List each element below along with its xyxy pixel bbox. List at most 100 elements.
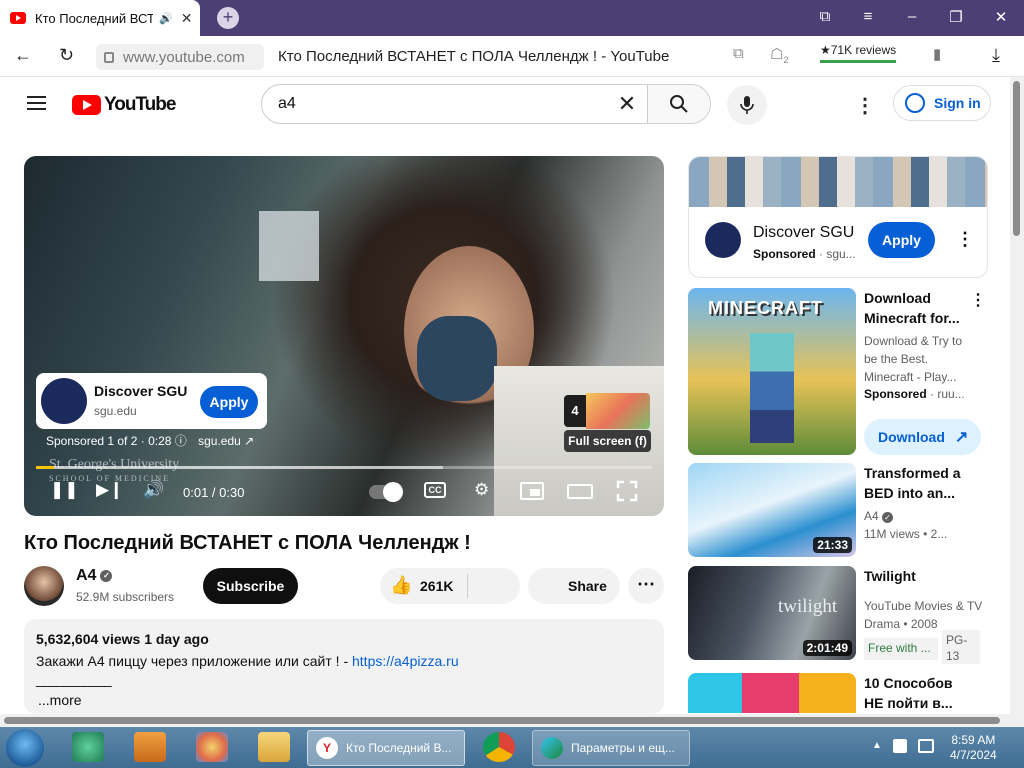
like-dislike-group: 👍 261K <box>380 568 520 604</box>
taskbar-browser-task[interactable]: Y Кто Последний В... <box>307 730 465 766</box>
sidebar-ad[interactable]: Discover SGU Sponsored · sgu... Apply ⋮ <box>688 156 988 278</box>
clear-search-icon[interactable]: ✕ <box>607 91 647 117</box>
description-box[interactable]: 5,632,604 views 1 day ago Закажи А4 пицц… <box>24 619 664 714</box>
voice-search-button[interactable] <box>727 85 767 125</box>
settings-gear-icon[interactable]: ⚙ <box>474 480 489 500</box>
reviews-badge[interactable]: ★71K reviews <box>820 43 897 63</box>
ad-options-icon[interactable]: ⋮ <box>956 229 974 250</box>
rec-sponsored: Sponsored · ruu... <box>864 385 984 403</box>
url-field[interactable]: www.youtube.com <box>96 44 264 70</box>
video-player[interactable]: Discover SGU sgu.edu Apply Sponsored 1 o… <box>24 156 664 516</box>
start-button[interactable] <box>6 729 44 767</box>
chat-app-icon[interactable] <box>72 732 104 762</box>
more-actions-icon[interactable]: ⋯ <box>628 568 664 604</box>
minimize-icon[interactable]: – <box>902 8 922 25</box>
description-separator: ___________ <box>36 671 112 687</box>
bookmark-icon[interactable]: ▮ <box>933 45 941 63</box>
recommendation-item[interactable]: twilight 2:01:49 Twilight YouTube Movies… <box>688 566 988 664</box>
browser-tab[interactable]: Кто Последний ВСТ 🔊 ✕ <box>0 0 200 36</box>
volume-icon[interactable]: 🔊 <box>143 480 164 500</box>
theater-mode-icon[interactable] <box>567 484 593 499</box>
download-label: Download <box>878 429 945 445</box>
paint-icon[interactable] <box>196 732 228 762</box>
channel-name-text: A4 <box>76 567 97 584</box>
sponsored-label: Sponsored <box>753 247 816 261</box>
rec-options-icon[interactable]: ⋮ <box>970 290 986 310</box>
sign-in-button[interactable]: Sign in <box>893 85 991 121</box>
clock[interactable]: 8:59 AM 4/7/2024 <box>950 733 997 763</box>
next-video-preview[interactable]: 4 Full screen (f) <box>564 393 652 453</box>
settings-kebab-icon[interactable]: ⋮ <box>855 93 875 118</box>
recommendation-item[interactable]: 10 Способов НЕ пойти в... <box>688 673 988 713</box>
browser-menu-icon[interactable]: ≡ <box>858 8 878 25</box>
youtube-logo[interactable]: YouTube <box>72 94 176 116</box>
vertical-scrollbar[interactable] <box>1010 77 1024 727</box>
explorer-icon[interactable] <box>258 732 290 762</box>
rec-sponsored-label: Sponsored <box>864 387 927 401</box>
bookmarks-panel-icon[interactable]: ⧉ <box>815 8 835 25</box>
horizontal-scroll-thumb[interactable] <box>4 717 1000 724</box>
bed-thumbnail: 21:33 <box>688 463 856 557</box>
ad-info-link[interactable]: sgu.edu <box>198 434 241 448</box>
reload-icon[interactable]: ↻ <box>59 45 74 66</box>
miniplayer-icon[interactable] <box>520 482 544 500</box>
menu-icon[interactable] <box>27 96 46 110</box>
info-icon[interactable]: ⓘ <box>175 434 190 448</box>
sgu-logo-icon <box>41 378 87 424</box>
sign-in-label: Sign in <box>934 95 981 111</box>
copy-link-icon[interactable]: ⧉ <box>733 45 744 62</box>
next-icon[interactable]: ▶❙ <box>96 480 123 500</box>
close-tab-icon[interactable]: ✕ <box>181 10 193 27</box>
tray-flag-icon[interactable] <box>893 739 907 753</box>
autoplay-toggle[interactable] <box>369 482 403 502</box>
tray-arrow-icon[interactable]: ▲ <box>872 740 882 751</box>
subscriber-count: 52.9M subscribers <box>76 590 175 604</box>
download-button[interactable]: Download ↗ <box>864 419 981 455</box>
account-icon <box>905 93 925 113</box>
like-icon[interactable]: 👍 <box>390 575 412 596</box>
chrome-icon[interactable] <box>483 732 515 762</box>
media-player-icon[interactable] <box>134 732 166 762</box>
rec-views: 11M views • 2... <box>864 527 948 541</box>
ad-apply-button[interactable]: Apply <box>200 386 258 418</box>
new-tab-button[interactable]: + <box>217 7 239 29</box>
show-more-link[interactable]: ...more <box>38 692 82 708</box>
search-button[interactable] <box>647 85 710 123</box>
verified-icon: ✓ <box>882 512 894 523</box>
horizontal-scrollbar[interactable] <box>0 714 1010 727</box>
recommendation-item[interactable]: 21:33 Transformed a BED into an... A4 ✓ … <box>688 463 988 557</box>
ad-card[interactable]: Discover SGU sgu.edu Apply <box>36 373 267 429</box>
task-label: Параметры и ещ... <box>571 741 675 755</box>
subscribe-button[interactable]: Subscribe <box>203 568 298 604</box>
tray-network-icon[interactable] <box>918 739 934 753</box>
progress-bar[interactable] <box>36 466 652 469</box>
sidebar-ad-meta: Sponsored · sgu... <box>753 247 856 261</box>
search-input[interactable]: a4 <box>262 95 607 113</box>
channel-name[interactable]: A4 ✓ <box>76 567 113 585</box>
pause-icon[interactable]: ❚❚ <box>50 480 79 500</box>
watermark-text: St. George's University <box>49 457 180 472</box>
protect-icon[interactable]: ☖2 <box>770 45 788 65</box>
vertical-scroll-thumb[interactable] <box>1013 81 1020 236</box>
captions-icon[interactable]: CC <box>424 482 446 498</box>
channel-avatar[interactable] <box>24 566 64 606</box>
back-icon[interactable]: ← <box>14 45 32 66</box>
ad-sponsored-text: Sponsored 1 of 2 · 0:28 <box>46 434 172 448</box>
fullscreen-icon[interactable] <box>616 480 638 502</box>
share-button[interactable]: Share <box>528 568 620 604</box>
close-window-icon[interactable]: ✕ <box>991 8 1011 26</box>
minecraft-character <box>750 333 794 443</box>
description-link[interactable]: https://a4pizza.ru <box>352 653 459 669</box>
external-link-icon: ↗ <box>954 429 969 446</box>
taskbar-edge-task[interactable]: Параметры и ещ... <box>532 730 690 766</box>
sidebar-apply-button[interactable]: Apply <box>868 222 935 258</box>
protect-badge: 2 <box>783 55 789 65</box>
speaker-icon[interactable]: 🔊 <box>159 12 173 25</box>
address-bar: ← ↻ www.youtube.com Кто Последний ВСТАНЕ… <box>0 36 1024 77</box>
like-count[interactable]: 261K <box>420 578 453 594</box>
restore-icon[interactable]: ❐ <box>946 8 966 26</box>
download-icon[interactable]: ⤓ <box>992 45 1000 66</box>
rec-channel[interactable]: A4 ✓ <box>864 507 984 525</box>
recommendation-item[interactable]: MINECRAFT Download Minecraft for... Down… <box>688 288 988 456</box>
youtube-header: YouTube a4 ✕ ⋮ Sign in <box>0 77 1010 133</box>
